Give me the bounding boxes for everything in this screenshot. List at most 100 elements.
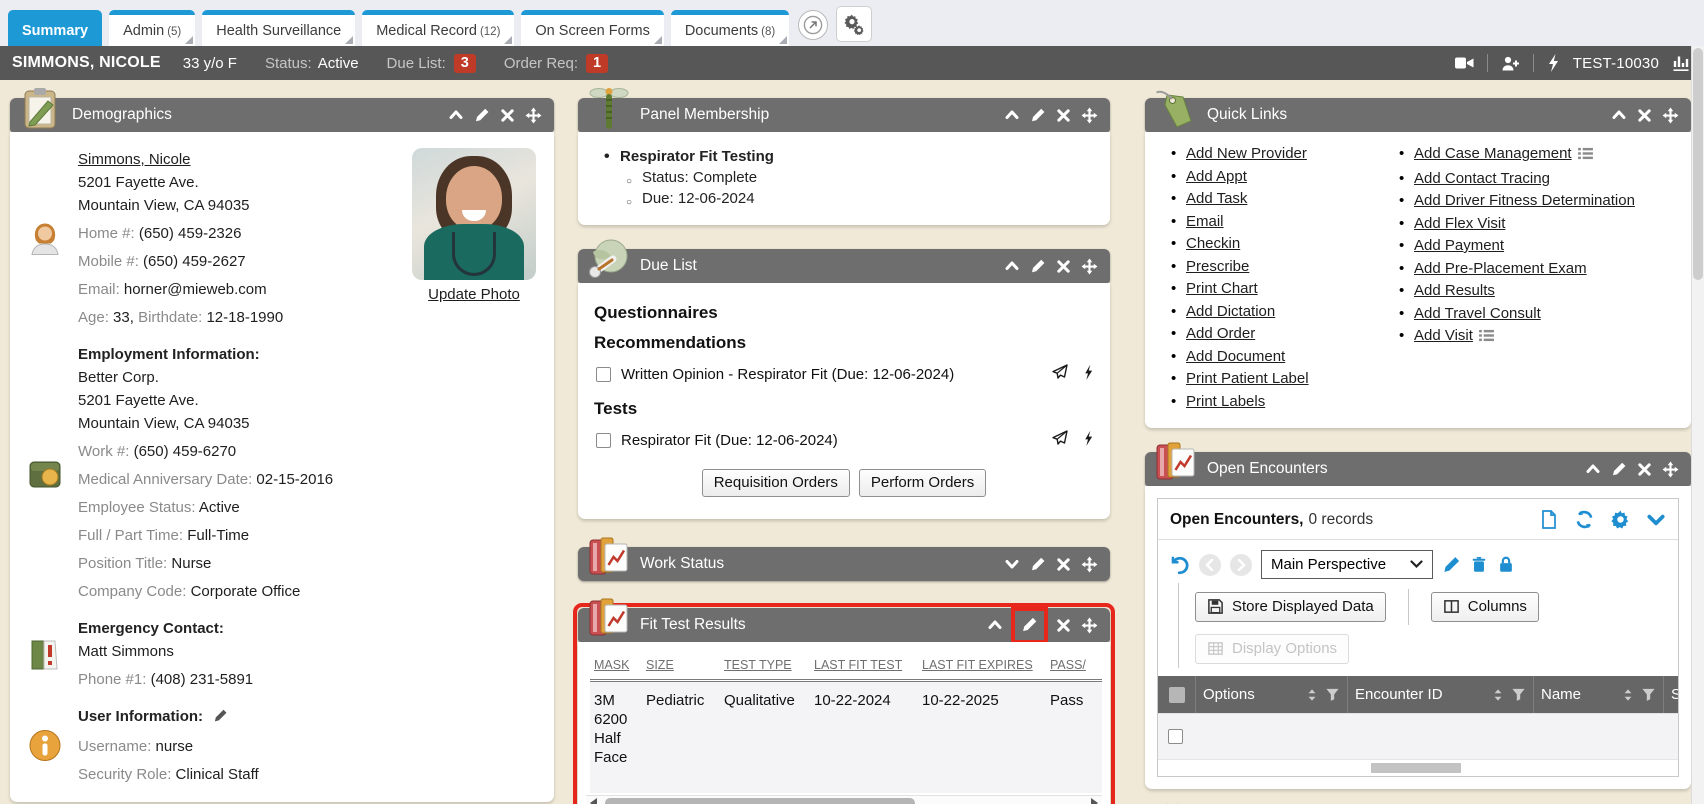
move-icon[interactable] [1081,258,1098,275]
close-icon[interactable] [1056,618,1071,633]
filter-funnel-icon[interactable] [1325,687,1340,702]
columns-button[interactable]: Columns [1431,592,1539,622]
close-icon[interactable] [1637,462,1652,477]
menu-list-icon[interactable] [1578,146,1593,167]
next-perspective-button[interactable] [1230,554,1252,576]
edit-pencil-icon[interactable] [1021,616,1038,633]
column-header-truncated[interactable]: S [1663,676,1678,713]
store-displayed-data-button[interactable]: Store Displayed Data [1195,592,1386,622]
tab-admin[interactable]: Admin(5) [109,10,195,46]
refresh-icon[interactable] [1574,509,1595,530]
tab-documents[interactable]: Documents(8) [671,10,789,46]
edit-pencil-icon[interactable] [474,107,490,123]
column-header-name[interactable]: Name [1533,676,1663,713]
tab-summary[interactable]: Summary [8,10,102,46]
column-header[interactable]: LAST FIT TEST [810,654,918,681]
send-order-icon[interactable] [1051,363,1069,385]
column-header[interactable]: PASS/ [1046,654,1102,681]
horizontal-scrollbar[interactable] [1158,759,1678,776]
due-list-count-badge[interactable]: 3 [454,54,476,73]
collapse-icon[interactable] [1004,258,1020,274]
sort-icon[interactable] [1492,687,1504,703]
edit-user-info-pencil-icon[interactable] [213,707,228,730]
column-header-encounter-id[interactable]: Encounter ID [1347,676,1533,713]
close-icon[interactable] [1056,108,1071,123]
send-order-icon[interactable] [1051,429,1069,451]
email: horner@mieweb.com [124,281,267,298]
quick-action-bolt-icon[interactable] [1547,54,1560,72]
edit-pencil-icon[interactable] [1030,556,1046,572]
emergency-heading: Emergency Contact: [78,617,253,640]
close-icon[interactable] [1056,557,1071,572]
collapse-icon[interactable] [987,617,1003,633]
move-icon[interactable] [1081,107,1098,124]
close-icon[interactable] [500,108,515,123]
collapse-icon[interactable] [448,107,464,123]
column-header[interactable]: LAST FIT EXPIRES [918,654,1046,681]
delete-perspective-trash-icon[interactable] [1470,555,1488,574]
column-header-options[interactable]: Options [1195,676,1347,713]
column-header[interactable]: MASK [590,654,642,681]
add-user-icon[interactable] [1501,55,1520,72]
scroll-right-arrow[interactable] [1091,798,1098,804]
order-req-count-badge[interactable]: 1 [586,54,608,73]
filter-funnel-icon[interactable] [1641,687,1656,702]
video-visit-icon[interactable] [1455,55,1474,71]
tab-on-screen-forms[interactable]: On Screen Forms [521,10,663,46]
quick-link: Add Appt [1171,167,1371,188]
edit-pencil-icon[interactable] [1611,461,1627,477]
edit-pencil-icon[interactable] [1030,258,1046,274]
column-header[interactable]: SIZE [642,654,720,681]
popout-button[interactable] [798,10,828,40]
scroll-left-arrow[interactable] [590,798,597,804]
perform-orders-button[interactable]: Perform Orders [859,469,986,497]
menu-list-icon[interactable] [1479,328,1494,349]
close-icon[interactable] [1637,108,1652,123]
collapse-icon[interactable] [1611,107,1627,123]
due-item-checkbox[interactable] [596,433,611,448]
display-options-button[interactable]: Display Options [1195,634,1349,664]
collapse-icon[interactable] [1585,461,1601,477]
flowsheet-chart-icon[interactable] [1672,54,1690,72]
update-photo-link[interactable]: Update Photo [428,286,520,303]
perspective-select[interactable]: Main Perspective [1261,550,1433,579]
edit-pencil-icon[interactable] [1030,107,1046,123]
page-vertical-scrollbar[interactable] [1691,46,1704,804]
close-icon[interactable] [1056,259,1071,274]
move-icon[interactable] [525,107,542,124]
move-icon[interactable] [1081,617,1098,634]
scrollbar-thumb[interactable] [1371,763,1461,773]
questionnaires-heading: Questionnaires [594,303,1096,323]
settings-gears-button[interactable] [836,6,872,42]
move-icon[interactable] [1081,556,1098,573]
row-checkbox[interactable] [1168,729,1183,744]
sort-icon[interactable] [1622,687,1634,703]
quick-link: Add Flex Visit [1399,214,1635,235]
scrollbar-thumb[interactable] [605,798,915,804]
scrollbar-thumb[interactable] [1693,48,1703,280]
previous-perspective-button[interactable] [1199,554,1221,576]
move-icon[interactable] [1662,107,1679,124]
panel-title: Open Encounters [1207,460,1328,478]
sort-icon[interactable] [1306,687,1318,703]
perform-order-bolt-icon[interactable] [1082,364,1094,385]
horizontal-scrollbar[interactable] [586,795,1102,804]
move-icon[interactable] [1662,461,1679,478]
undo-icon[interactable] [1168,554,1190,576]
lock-perspective-icon[interactable] [1497,555,1515,574]
patient-name-link[interactable]: Simmons, Nicole [78,151,191,168]
expand-icon[interactable] [1004,556,1020,572]
tab-health-surveillance[interactable]: Health Surveillance [202,10,355,46]
select-all-checkbox[interactable] [1169,687,1185,703]
tab-medical-record[interactable]: Medical Record(12) [362,10,514,46]
filter-funnel-icon[interactable] [1511,687,1526,702]
edit-perspective-pencil-icon[interactable] [1442,555,1461,574]
collapse-icon[interactable] [1004,107,1020,123]
requisition-orders-button[interactable]: Requisition Orders [702,469,850,497]
column-header[interactable]: TEST TYPE [720,654,810,681]
due-item-checkbox[interactable] [596,367,611,382]
collapse-grid-chevron-icon[interactable] [1646,511,1666,529]
grid-settings-gear-icon[interactable] [1610,509,1631,530]
perform-order-bolt-icon[interactable] [1082,430,1094,451]
new-document-icon[interactable] [1539,509,1559,530]
